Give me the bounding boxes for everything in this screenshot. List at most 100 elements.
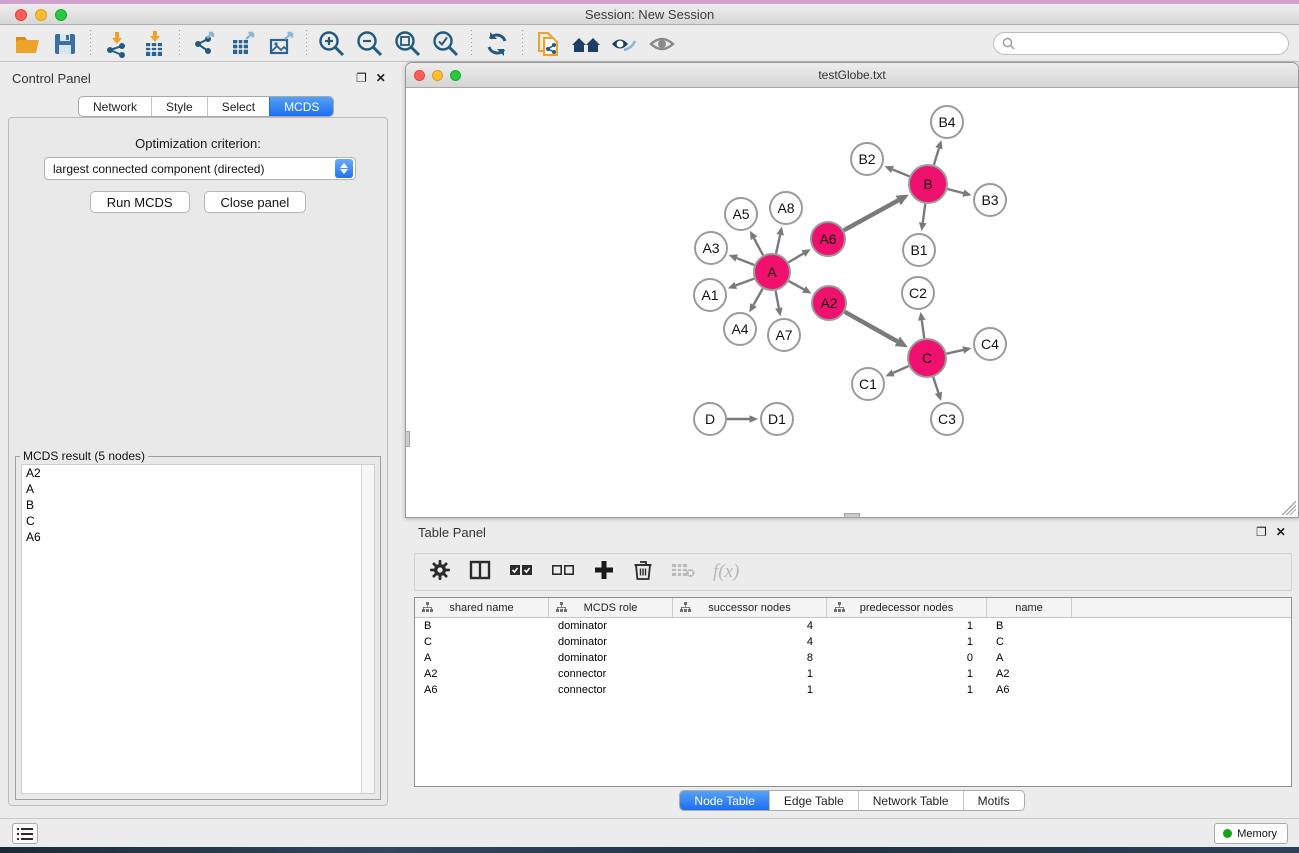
column-header-MCDS-role[interactable]: MCDS role (549, 598, 673, 617)
network-window-titlebar[interactable]: testGlobe.txt (406, 63, 1298, 88)
result-item[interactable]: C (22, 513, 374, 529)
home-icon[interactable] (567, 28, 605, 60)
column-header-shared-name[interactable]: shared name (415, 598, 549, 617)
column-header-predecessor-nodes[interactable]: predecessor nodes (827, 598, 987, 617)
graph-edge-A-A2[interactable] (789, 281, 804, 289)
select-all-columns-icon[interactable] (509, 561, 533, 584)
cell-successor-nodes[interactable]: 1 (673, 668, 827, 680)
cell-shared-name[interactable]: B (415, 620, 549, 632)
graph-edge-C-C2[interactable] (922, 320, 924, 338)
result-item[interactable]: A (22, 481, 374, 497)
cell-successor-nodes[interactable]: 1 (673, 684, 827, 696)
graph-edge-B-B1[interactable] (923, 204, 926, 223)
tab-motifs[interactable]: Motifs (963, 791, 1024, 810)
column-header-successor-nodes[interactable]: successor nodes (673, 598, 827, 617)
cell-name[interactable]: A (987, 652, 1072, 664)
memory-button[interactable]: Memory (1214, 823, 1288, 844)
cell-predecessor-nodes[interactable]: 1 (827, 620, 987, 632)
refresh-icon[interactable] (478, 28, 516, 60)
cell-MCDS-role[interactable]: dominator (549, 652, 673, 664)
close-panel-button[interactable]: Close panel (204, 191, 307, 213)
optimization-criterion-dropdown[interactable]: largest connected component (directed) (44, 157, 356, 180)
result-item[interactable]: B (22, 497, 374, 513)
tab-network[interactable]: Network (79, 97, 151, 116)
clone-network-icon[interactable] (529, 28, 567, 60)
zoom-out-icon[interactable] (351, 28, 389, 60)
cell-predecessor-nodes[interactable]: 1 (827, 684, 987, 696)
graph-edge-A-A5[interactable] (754, 238, 763, 255)
graphics-details-icon[interactable] (605, 28, 643, 60)
cell-successor-nodes[interactable]: 4 (673, 636, 827, 648)
open-session-icon[interactable] (8, 28, 46, 60)
cell-shared-name[interactable]: A2 (415, 668, 549, 680)
task-history-button[interactable] (12, 823, 38, 844)
cell-MCDS-role[interactable]: connector (549, 684, 673, 696)
import-table-icon[interactable] (135, 28, 173, 60)
panel-grab-handle-left[interactable] (405, 431, 410, 447)
cell-shared-name[interactable]: A6 (415, 684, 549, 696)
cell-name[interactable]: A6 (987, 684, 1072, 696)
cell-name[interactable]: A2 (987, 668, 1072, 680)
graph-edge-C-C3[interactable] (933, 377, 938, 393)
graph-edge-A-A4[interactable] (753, 289, 762, 305)
cell-predecessor-nodes[interactable]: 1 (827, 636, 987, 648)
graph-edge-A-A8[interactable] (776, 235, 780, 254)
result-item[interactable]: A6 (22, 529, 374, 545)
show-column-panel-icon[interactable] (469, 559, 491, 586)
tab-network-table[interactable]: Network Table (858, 791, 963, 810)
tab-mcds[interactable]: MCDS (269, 97, 333, 116)
table-settings-gear-icon[interactable] (429, 559, 451, 586)
graph-edge-A-A3[interactable] (737, 258, 755, 265)
tab-select[interactable]: Select (207, 97, 269, 116)
cell-predecessor-nodes[interactable]: 0 (827, 652, 987, 664)
cell-shared-name[interactable]: A (415, 652, 549, 664)
tab-node-table[interactable]: Node Table (680, 791, 769, 810)
cell-MCDS-role[interactable]: dominator (549, 636, 673, 648)
node-table[interactable]: shared nameMCDS rolesuccessor nodesprede… (414, 597, 1292, 787)
search-field[interactable] (993, 32, 1289, 55)
run-mcds-button[interactable]: Run MCDS (90, 191, 190, 213)
export-image-icon[interactable] (262, 28, 300, 60)
import-network-icon[interactable] (97, 28, 135, 60)
table-row[interactable]: Adominator80A (415, 650, 1291, 666)
control-panel-close-icon[interactable]: ✕ (376, 71, 386, 85)
graph-edge-C-C4[interactable] (947, 350, 964, 354)
graph-edge-B-B2[interactable] (892, 169, 909, 176)
tab-style[interactable]: Style (151, 97, 207, 116)
tab-edge-table[interactable]: Edge Table (769, 791, 858, 810)
network-view-canvas[interactable]: B4B2BB3A5A8A6A3B1AA1C2A2A4A7C4CC1C3DD1 (406, 89, 1298, 517)
cell-name[interactable]: C (987, 636, 1072, 648)
graph-edge-B-B4[interactable] (934, 148, 939, 165)
graph-edge-A6-B[interactable] (844, 200, 898, 230)
table-row[interactable]: A6connector11A6 (415, 682, 1291, 698)
zoom-in-icon[interactable] (313, 28, 351, 60)
resize-grip-icon[interactable] (1282, 501, 1296, 515)
create-column-plus-icon[interactable] (593, 559, 615, 586)
cell-MCDS-role[interactable]: connector (549, 668, 673, 680)
cell-successor-nodes[interactable]: 4 (673, 620, 827, 632)
result-list-scrollbar[interactable] (361, 465, 374, 793)
table-panel-close-icon[interactable]: ✕ (1276, 525, 1286, 539)
mcds-result-list[interactable]: A2ABCA6 (21, 464, 375, 794)
export-table-icon[interactable] (224, 28, 262, 60)
graph-edge-A-A6[interactable] (788, 253, 803, 262)
cell-predecessor-nodes[interactable]: 1 (827, 668, 987, 680)
table-panel-float-icon[interactable]: ❐ (1256, 525, 1267, 539)
save-session-icon[interactable] (46, 28, 84, 60)
cell-shared-name[interactable]: C (415, 636, 549, 648)
zoom-selected-icon[interactable] (427, 28, 465, 60)
table-row[interactable]: Bdominator41B (415, 618, 1291, 634)
show-hide-panels-eye-icon[interactable] (643, 28, 681, 60)
cell-name[interactable]: B (987, 620, 1072, 632)
delete-column-trash-icon[interactable] (633, 559, 653, 586)
cell-MCDS-role[interactable]: dominator (549, 620, 673, 632)
graph-edge-A-A1[interactable] (736, 279, 754, 286)
zoom-fit-icon[interactable] (389, 28, 427, 60)
graph-edge-A2-C[interactable] (845, 312, 898, 342)
cell-successor-nodes[interactable]: 8 (673, 652, 827, 664)
graph-edge-B-B3[interactable] (947, 189, 963, 193)
network-graph[interactable]: B4B2BB3A5A8A6A3B1AA1C2A2A4A7C4CC1C3DD1 (406, 89, 1298, 517)
control-panel-float-icon[interactable]: ❐ (356, 71, 367, 85)
table-row[interactable]: A2connector11A2 (415, 666, 1291, 682)
result-item[interactable]: A2 (22, 465, 374, 481)
